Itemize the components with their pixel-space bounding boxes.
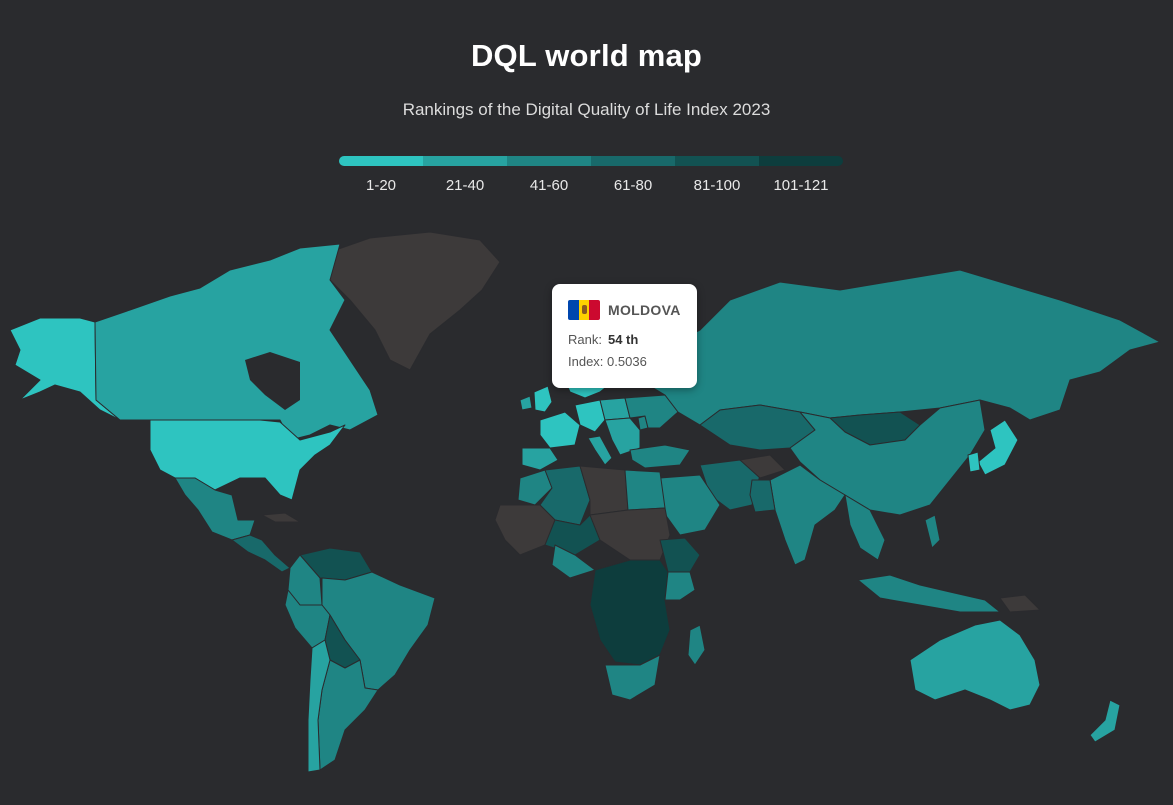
legend: 1-20 21-40 41-60 61-80 81-100 101-121	[339, 156, 843, 194]
country-central-america[interactable]	[231, 534, 291, 573]
country-australia[interactable]	[909, 619, 1041, 711]
country-philippines[interactable]	[924, 514, 941, 549]
country-tooltip: MOLDOVA Rank: 54 th Index: 0.5036	[552, 284, 697, 388]
tooltip-country-name: MOLDOVA	[608, 302, 681, 318]
legend-swatch-5[interactable]	[675, 156, 759, 166]
country-turkey[interactable]	[629, 444, 691, 469]
flag-stripe	[568, 300, 579, 320]
country-indonesia[interactable]	[857, 574, 1001, 613]
country-greenland[interactable]	[329, 231, 501, 371]
country-kenya[interactable]	[664, 571, 696, 601]
country-papua-new-guinea[interactable]	[999, 594, 1041, 613]
legend-swatch-2[interactable]	[423, 156, 507, 166]
country-sudan-chad[interactable]	[589, 507, 671, 561]
tooltip-index: Index: 0.5036	[568, 354, 647, 369]
legend-swatch-6[interactable]	[759, 156, 843, 166]
moldova-flag-icon	[568, 300, 600, 320]
legend-label: 61-80	[613, 177, 653, 194]
country-egypt[interactable]	[624, 469, 666, 511]
country-cuba[interactable]	[261, 512, 301, 523]
tooltip-index-value: 0.5036	[607, 354, 647, 369]
country-pakistan[interactable]	[749, 479, 776, 513]
legend-swatch-1[interactable]	[339, 156, 423, 166]
country-russia[interactable]	[631, 269, 1161, 426]
country-west-africa[interactable]	[494, 504, 556, 556]
legend-label: 101-121	[773, 177, 829, 194]
country-ireland[interactable]	[519, 395, 533, 411]
country-central-africa[interactable]	[589, 559, 671, 666]
country-ethiopia[interactable]	[659, 537, 701, 573]
legend-label: 21-40	[445, 177, 485, 194]
country-madagascar[interactable]	[687, 624, 706, 666]
country-south-korea[interactable]	[967, 451, 981, 473]
country-uk[interactable]	[533, 385, 553, 413]
tooltip-rank-value: 54 th	[607, 332, 639, 347]
legend-label: 41-60	[529, 177, 569, 194]
legend-swatch-4[interactable]	[591, 156, 675, 166]
legend-label: 81-100	[693, 177, 741, 194]
country-new-zealand[interactable]	[1089, 699, 1121, 743]
legend-label: 1-20	[365, 177, 397, 194]
page-subtitle: Rankings of the Digital Quality of Life …	[402, 100, 771, 119]
legend-bar	[339, 156, 843, 166]
tooltip-rank: Rank: 54 th	[568, 332, 638, 347]
flag-stripe	[589, 300, 600, 320]
tooltip-rank-label: Rank:	[568, 332, 602, 347]
legend-swatch-3[interactable]	[507, 156, 591, 166]
tooltip-index-label: Index:	[568, 354, 604, 369]
country-france[interactable]	[539, 411, 581, 449]
country-spain[interactable]	[521, 447, 559, 471]
country-italy[interactable]	[587, 435, 613, 466]
flag-stripe	[578, 300, 590, 320]
page-title: DQL world map	[470, 38, 703, 73]
